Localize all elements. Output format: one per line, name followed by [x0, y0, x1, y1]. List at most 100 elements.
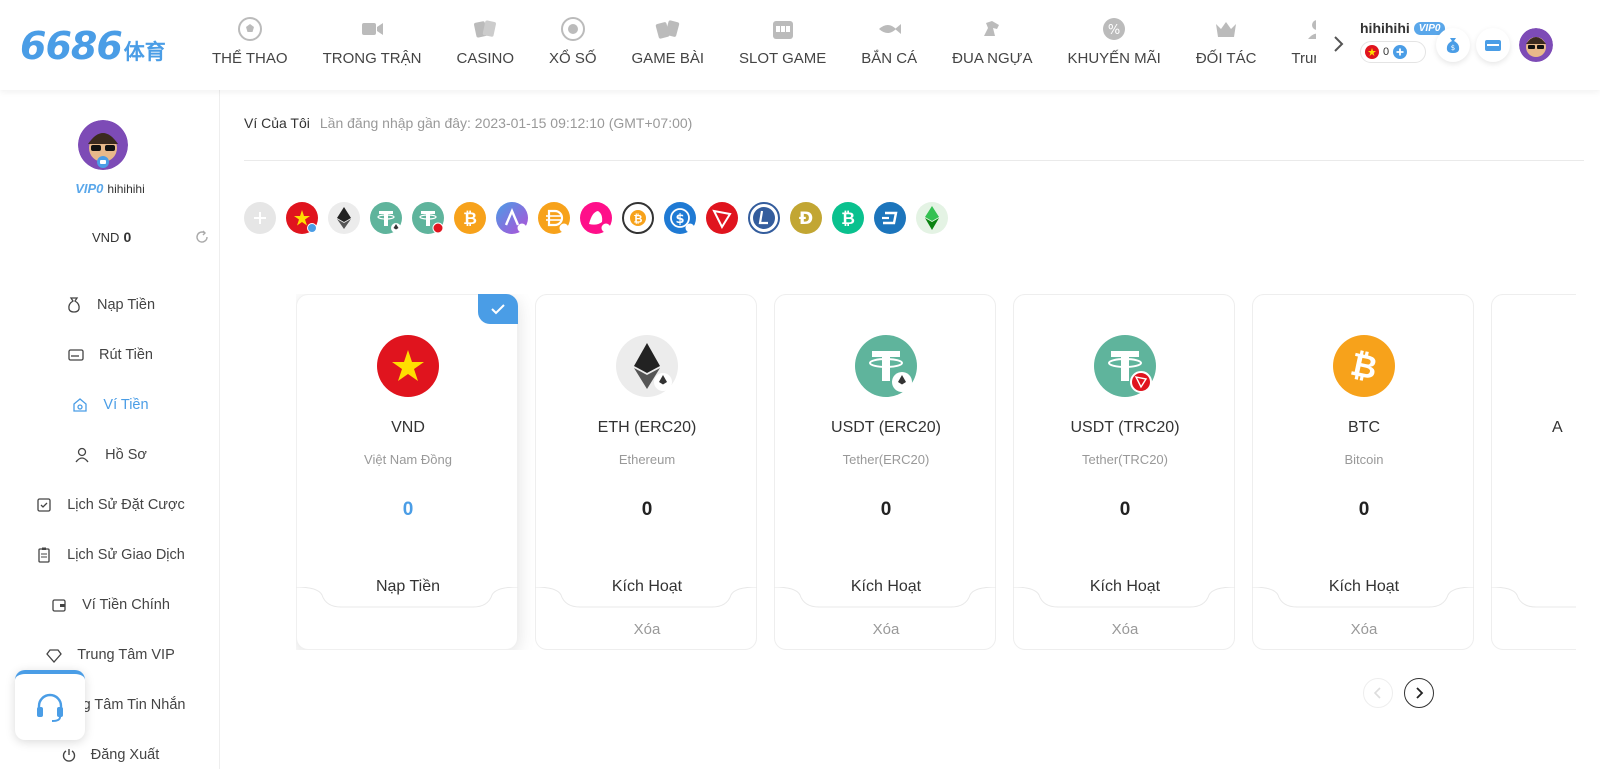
sidebar-item-lich-su-giao-dich[interactable]: Lịch Sử Giao Dịch — [0, 530, 220, 580]
sidebar-item-vi-tien-chinh[interactable]: Ví Tiền Chính — [0, 580, 220, 630]
sidebar-item-rut-tien[interactable]: Rút Tiền — [0, 330, 220, 380]
sidebar-item-label: Nạp Tiền — [96, 297, 156, 313]
wallet-icon — [73, 398, 88, 412]
header-avatar[interactable] — [1519, 28, 1553, 62]
delete-link[interactable]: Xóa — [775, 621, 997, 638]
aave-icon — [504, 207, 527, 233]
header-username: hihihihi — [1360, 20, 1410, 36]
card-currency-sub: Việt Nam Đồng — [364, 452, 452, 467]
card-currency-name: USDT (TRC20) — [1070, 419, 1180, 436]
sidebar-item-ho-so[interactable]: Hồ Sơ — [0, 430, 220, 480]
tron-icon — [712, 209, 732, 230]
card-notch-divider — [1013, 587, 1235, 608]
card-balance: 0 — [1119, 499, 1131, 520]
user-icon — [75, 447, 89, 463]
header-divider — [244, 160, 1584, 161]
coin-btc[interactable]: ₿ — [454, 202, 486, 234]
svg-text:Đ: Đ — [799, 209, 813, 229]
tether-icon — [855, 335, 917, 397]
card-balance: 0 — [402, 499, 414, 520]
nav-ban-ca[interactable]: BẮN CÁ — [861, 0, 917, 90]
svg-text:%: % — [1108, 23, 1120, 38]
coin-doge[interactable]: Đ — [790, 202, 822, 234]
coin-usdc[interactable]: $ — [664, 202, 696, 234]
coin-dash[interactable] — [874, 202, 906, 234]
site-logo[interactable]: 6686 体育 — [20, 24, 166, 68]
nav-dua-ngua[interactable]: ĐUA NGỰA — [952, 0, 1032, 90]
nav-trung-tam[interactable]: Trung T — [1291, 0, 1316, 90]
delete-link[interactable]: Xóa — [1253, 621, 1475, 638]
sidebar-item-vi-tien[interactable]: Ví Tiền — [0, 380, 220, 430]
card-notch-divider — [1252, 587, 1474, 608]
lottery-ball-icon — [558, 14, 588, 44]
money-bag-icon — [68, 297, 80, 313]
card-notch-divider — [1491, 587, 1576, 608]
coin-trx[interactable] — [706, 202, 738, 234]
checklist-icon — [37, 498, 51, 512]
power-icon — [62, 749, 75, 762]
coin-vnd[interactable] — [286, 202, 318, 234]
delete-link[interactable]: Xóa — [536, 621, 758, 638]
nav-trong-tran[interactable]: TRONG TRẬN — [323, 0, 421, 90]
coin-ltc[interactable] — [748, 202, 780, 234]
wrapped-bitcoin-icon: ₿ — [630, 210, 646, 226]
tether-icon — [377, 211, 401, 233]
sidebar-item-label: Hồ Sơ — [105, 447, 147, 463]
plus-circle-icon[interactable] — [1393, 45, 1408, 59]
nav-label: XỔ SỐ — [549, 50, 597, 67]
customer-support-button[interactable] — [15, 670, 85, 740]
nav-the-thao[interactable]: THỂ THAO — [212, 0, 288, 90]
coin-bch[interactable]: ₿ — [832, 202, 864, 234]
nav-label: ĐUA NGỰA — [952, 50, 1033, 67]
nav-xo-so[interactable]: XỔ SỐ — [549, 0, 597, 90]
card-currency-sub: Bitcoin — [1344, 452, 1384, 467]
nav-khuyen-mai[interactable]: % KHUYẾN MÃI — [1067, 0, 1161, 90]
nav-next-arrow[interactable] — [1326, 32, 1350, 56]
cards-prev-button[interactable] — [1363, 678, 1393, 708]
nav-label: GAME BÀI — [631, 50, 705, 67]
wallet-card-vnd[interactable]: VND Việt Nam Đồng 0 Nạp Tiền — [296, 294, 518, 650]
nav-label: SLOT GAME — [739, 50, 827, 67]
coin-eth[interactable] — [328, 202, 360, 234]
refresh-balance-button[interactable] — [195, 230, 209, 249]
coin-wbtc[interactable]: ₿ — [622, 202, 654, 234]
logo-number: 6686 — [20, 24, 123, 68]
header-balance-pill[interactable]: 0 — [1360, 41, 1426, 63]
sidebar-item-label: Ví Tiền — [103, 397, 149, 413]
wallet-card-eth[interactable]: ETH (ERC20) Ethereum 0 Kích Hoạt Xóa — [535, 294, 757, 650]
deposit-shortcut-button[interactable]: $ — [1436, 28, 1470, 62]
coin-etc[interactable] — [916, 202, 948, 234]
wallet-card-usdt-trc20[interactable]: USDT (TRC20) Tether(TRC20) 0 Kích Hoạt X… — [1013, 294, 1235, 650]
currency-selector: ₿ ₿ $ Đ ₿ — [244, 202, 948, 234]
cards-next-button[interactable] — [1404, 678, 1434, 708]
sidebar-item-lich-su-dat-cuoc[interactable]: Lịch Sử Đặt Cược — [0, 480, 220, 530]
coin-usdt-erc20[interactable] — [370, 202, 402, 234]
nav-label: Trung T — [1291, 50, 1316, 67]
coin-aave[interactable] — [496, 202, 528, 234]
nav-game-bai[interactable]: GAME BÀI — [631, 0, 705, 90]
nav-label: BẮN CÁ — [861, 50, 918, 67]
wallet-card-usdt-erc20[interactable]: USDT (ERC20) Tether(ERC20) 0 Kích Hoạt X… — [774, 294, 996, 650]
sidebar-avatar[interactable] — [78, 120, 128, 170]
coin-uni[interactable] — [580, 202, 612, 234]
card-notch-divider — [535, 587, 757, 608]
ethereum-icon — [616, 335, 678, 397]
wallet-card-partial[interactable]: A — [1491, 294, 1576, 650]
coin-dai[interactable] — [538, 202, 570, 234]
nav-slot-game[interactable]: SLOT GAME — [739, 0, 826, 90]
wallet-card-btc[interactable]: ₿ BTC Bitcoin 0 Kích Hoạt Xóa — [1252, 294, 1474, 650]
nav-label: ĐỐI TÁC — [1195, 50, 1257, 67]
bitcoin-cash-icon: ₿ — [841, 209, 855, 229]
litecoin-icon — [753, 207, 775, 229]
nav-casino[interactable]: CASINO — [456, 0, 514, 90]
card-currency-sub: Tether(ERC20) — [842, 452, 930, 467]
withdraw-shortcut-button[interactable] — [1476, 28, 1510, 62]
coin-usdt-trc20[interactable] — [412, 202, 444, 234]
fish-icon — [874, 14, 904, 44]
sidebar-item-nap-tien[interactable]: Nạp Tiền — [0, 280, 220, 330]
add-currency-button[interactable] — [244, 202, 276, 234]
nav-doi-tac[interactable]: ĐỐI TÁC — [1195, 0, 1257, 90]
sidebar-balance: VND 0 — [92, 229, 131, 245]
delete-link[interactable]: Xóa — [1014, 621, 1236, 638]
usd-coin-icon: $ — [670, 208, 695, 233]
